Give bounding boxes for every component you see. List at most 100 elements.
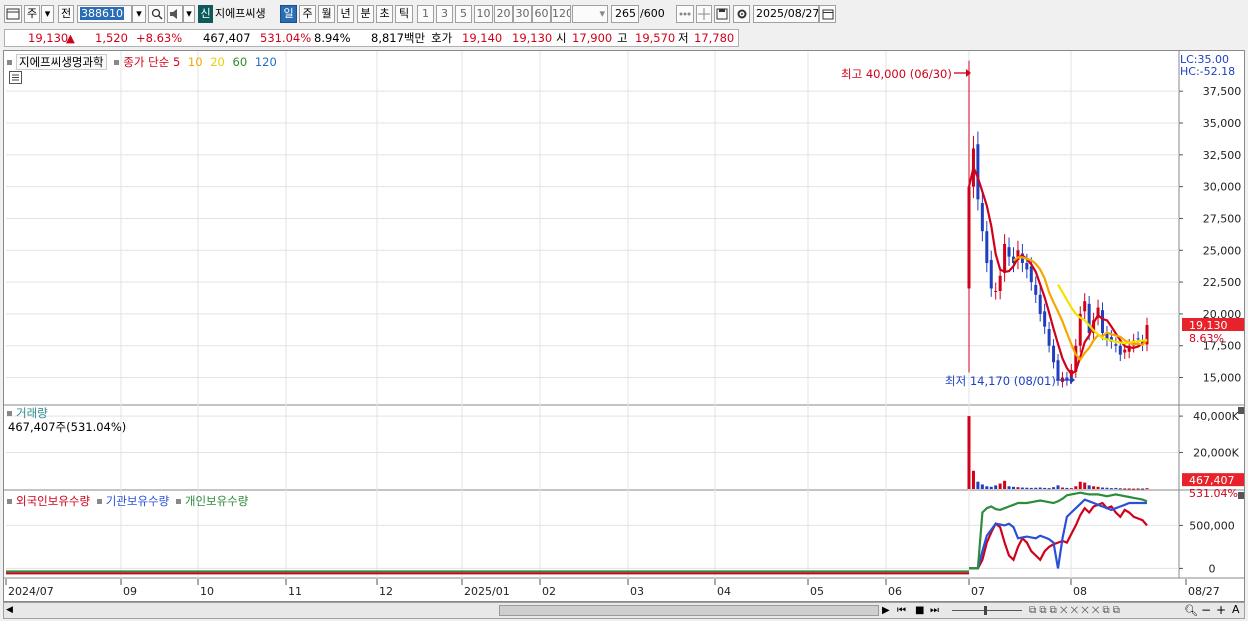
stock-code-dropdown[interactable]: ▾ (132, 5, 146, 23)
save-icon[interactable] (714, 5, 730, 23)
ma-5: 5 (172, 55, 181, 69)
num-20[interactable]: 20 (494, 5, 513, 23)
ma-20: 20 (210, 55, 225, 69)
scroll-right-icon[interactable]: ▶ (882, 604, 890, 617)
num-60[interactable]: 60 (532, 5, 551, 23)
candle-body (1087, 303, 1091, 333)
chart-svg[interactable]: 2024/07 09 10 11 12 2025/01 02 03 04 05 06 07 08 08/2… (4, 51, 1244, 601)
candle-body (1052, 345, 1056, 363)
volume-bar (1043, 487, 1047, 489)
volume-bar (1132, 488, 1136, 490)
tab-month[interactable]: 월 (318, 5, 335, 23)
series-institution: 기관보유수량 (105, 494, 170, 508)
calendar-icon[interactable] (819, 5, 836, 23)
volume-bar (1034, 487, 1038, 489)
panel-close-icon (1238, 492, 1244, 499)
layout-icon[interactable] (4, 5, 22, 23)
x-tick-label: 08/27 (1188, 585, 1220, 598)
legend-square-icon (96, 499, 102, 504)
high-annotation: 최고 40,000 (06/30) (841, 67, 952, 81)
count-input[interactable]: 265 (611, 5, 639, 23)
tab-second[interactable]: 초 (376, 5, 393, 23)
num-3[interactable]: 3 (436, 5, 453, 23)
chart-area[interactable]: 2024/07 09 10 11 12 2025/01 02 03 04 05 06 07 08 08/2… (3, 50, 1245, 602)
drawing-tools-icon[interactable]: ⧉ ⧉ ⧉ ⨉ ⨉ ⨉ ⨉ ⧉ ⧉ (1029, 604, 1120, 617)
volume-bar (971, 470, 975, 489)
grid-toggle-icon[interactable] (9, 71, 22, 84)
volume-bar (1016, 487, 1020, 489)
volume-tag-text: 467,407 (1189, 474, 1235, 487)
x-tick-label: 06 (888, 585, 902, 598)
zoom-slider-handle[interactable] (984, 606, 987, 615)
y-tick-label: 0 (1209, 562, 1216, 575)
volume-bar (1047, 488, 1051, 490)
volume-bar (1069, 488, 1073, 490)
volume-bar (1083, 482, 1087, 489)
chevron-down-icon: ▾ (186, 7, 192, 20)
num-1[interactable]: 1 (417, 5, 434, 23)
font-size-icon[interactable]: A (1232, 603, 1240, 617)
volume-bar (1087, 485, 1091, 489)
quote-label: 호가 (431, 31, 453, 45)
y-tick-label: 15,000 (1203, 372, 1242, 385)
volume-bar (1003, 480, 1007, 489)
x-tick-label: 10 (200, 585, 214, 598)
dots-icon[interactable] (676, 5, 694, 23)
volume-bar (1007, 486, 1011, 489)
bottom-bar: ◀ ▶ ⏮ ■ ⏭ ⧉ ⧉ ⧉ ⨉ ⨉ ⨉ ⨉ ⧉ ⧉ 🔍︎ − + A (3, 602, 1245, 619)
fast-forward-icon[interactable]: ⏭ (930, 604, 939, 617)
prev-button[interactable]: 전 (58, 5, 74, 23)
volume-bar (1056, 485, 1060, 489)
x-tick-label: 11 (288, 585, 302, 598)
candle-body (1056, 360, 1060, 381)
current-price-tag-text: 19,130 (1189, 319, 1228, 332)
x-tick-label: 08 (1073, 585, 1087, 598)
hc-value: HC:-52.18 (1180, 65, 1236, 78)
stock-code-input[interactable]: 388610 (77, 5, 132, 23)
candle-body (1029, 266, 1033, 283)
tab-tick[interactable]: 틱 (395, 5, 413, 23)
period-unit-button[interactable]: 주 (24, 5, 40, 23)
date-input[interactable]: 2025/08/27 (753, 5, 819, 23)
candle-body (1083, 301, 1087, 312)
tab-day[interactable]: 일 (280, 5, 297, 23)
tab-year[interactable]: 년 (337, 5, 354, 23)
tab-week[interactable]: 주 (299, 5, 316, 23)
num-120[interactable]: 120 (551, 5, 571, 23)
holding-line-2 (969, 491, 1148, 570)
rewind-icon[interactable]: ⏮ (897, 604, 906, 617)
stop-icon[interactable]: ■ (915, 604, 924, 617)
y-tick-label: 40,000K (1193, 410, 1239, 423)
num-30[interactable]: 30 (513, 5, 532, 23)
plus-icon[interactable]: + (1216, 603, 1226, 617)
tab-minute[interactable]: 분 (357, 5, 374, 23)
scroll-left-icon[interactable]: ◀ (6, 605, 16, 616)
stock-code-value: 388610 (80, 7, 124, 20)
scroll-thumb[interactable] (499, 605, 879, 616)
zoom-slider[interactable] (952, 610, 1022, 611)
zoom-out-icon[interactable]: 🔍︎ (1184, 604, 1198, 617)
gear-icon[interactable] (733, 5, 750, 23)
speaker-dropdown[interactable]: ▾ (183, 5, 195, 23)
legend-square-icon (114, 60, 120, 65)
candle-body (1034, 284, 1038, 295)
period-dropdown[interactable]: ▾ (41, 5, 54, 23)
volume-bar (1078, 481, 1082, 489)
crosshair-icon[interactable] (696, 5, 712, 23)
custom-number-select[interactable]: ▾ (572, 5, 608, 23)
high-price: 19,570 (635, 31, 676, 45)
toolbar: 주 ▾ 전 388610 ▾ ▾ 신 지에프씨생 일 주 월 년 분 초 틱 1… (0, 0, 1248, 28)
num-10[interactable]: 10 (474, 5, 493, 23)
candle-body (1025, 263, 1029, 270)
num-5[interactable]: 5 (455, 5, 472, 23)
minus-icon[interactable]: − (1201, 603, 1211, 617)
low-price: 17,780 (694, 31, 735, 45)
y-tick-label: 35,000 (1203, 117, 1242, 130)
chevron-down-icon: ▾ (44, 7, 51, 20)
search-icon[interactable] (148, 5, 165, 23)
speaker-icon[interactable] (167, 5, 183, 23)
open-price: 17,900 (572, 31, 613, 45)
ma-label: 종가 단순 (123, 55, 170, 69)
volume-bar (967, 416, 971, 489)
candle-body (980, 203, 984, 232)
